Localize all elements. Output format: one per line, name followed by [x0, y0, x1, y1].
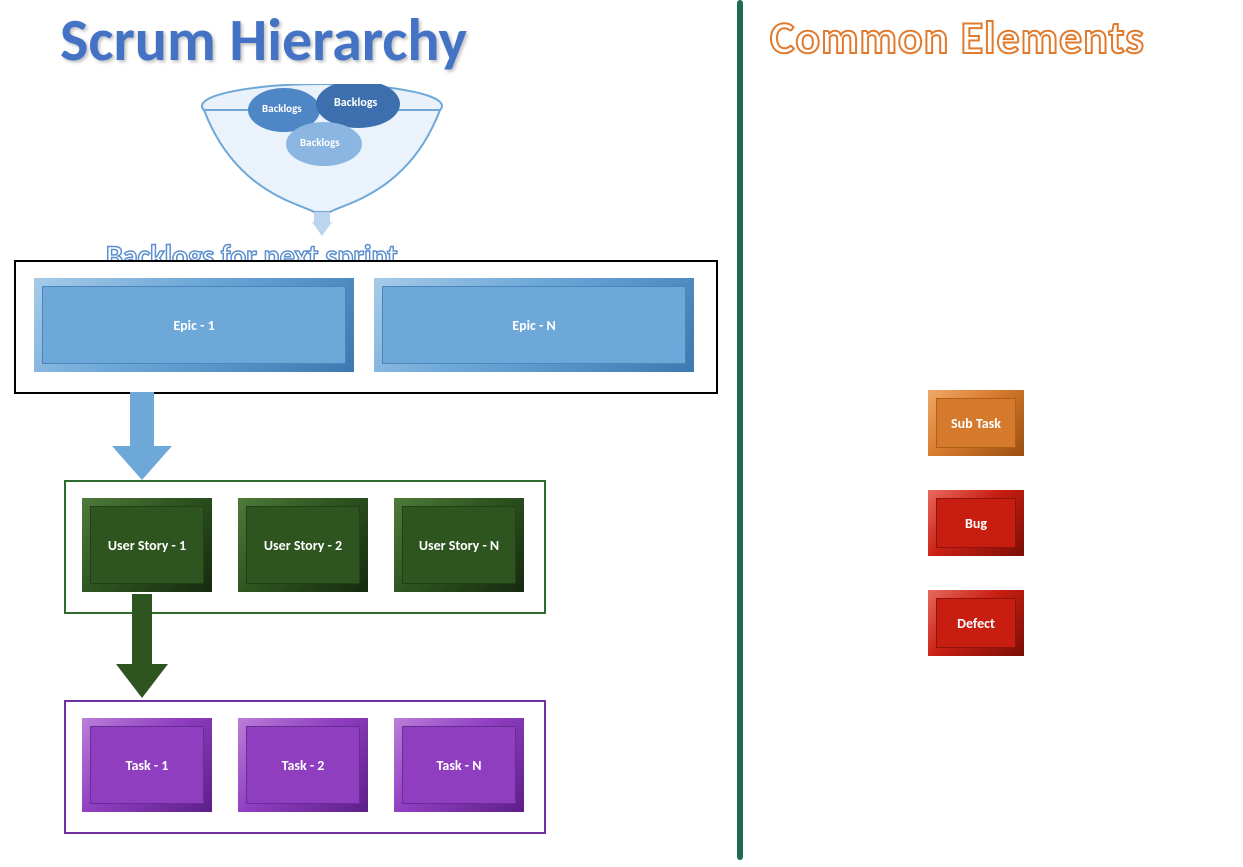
funnel-bubble-3: Backlogs — [300, 136, 340, 149]
tile-user-story-2: User Story - 2 — [238, 498, 368, 592]
tile-task-1: Task - 1 — [82, 718, 212, 812]
tile-subtask: Sub Task — [928, 390, 1024, 456]
tile-user-story-1: User Story - 1 — [82, 498, 212, 592]
title-scrum-hierarchy: Scrum Hierarchy — [60, 4, 467, 77]
tile-label: User Story - 2 — [264, 537, 342, 554]
vertical-divider — [737, 0, 743, 860]
funnel-bubble-1: Backlogs — [262, 102, 302, 115]
funnel-bubble-2: Backlogs — [334, 96, 377, 110]
tile-label: Task - 2 — [282, 757, 325, 774]
tile-defect: Defect — [928, 590, 1024, 656]
tile-label: Task - 1 — [126, 757, 169, 774]
tile-label: Bug — [965, 515, 987, 532]
arrow-epic-to-story — [112, 392, 172, 482]
tile-label: Epic - 1 — [173, 317, 214, 334]
tile-bug: Bug — [928, 490, 1024, 556]
tile-label: Sub Task — [951, 415, 1001, 432]
tile-label: User Story - N — [419, 537, 499, 554]
tile-epic-1: Epic - 1 — [34, 278, 354, 372]
title-common-elements: Common Elements — [770, 10, 1145, 66]
tile-label: Task - N — [437, 757, 482, 774]
tile-task-2: Task - 2 — [238, 718, 368, 812]
tile-task-n: Task - N — [394, 718, 524, 812]
arrow-story-to-task — [116, 594, 168, 700]
tile-label: User Story - 1 — [108, 537, 186, 554]
diagram-canvas: Scrum Hierarchy Common Elements Backlogs… — [0, 0, 1243, 867]
tile-user-story-n: User Story - N — [394, 498, 524, 592]
tile-label: Epic - N — [512, 317, 555, 334]
tile-label: Defect — [957, 615, 995, 632]
tile-epic-n: Epic - N — [374, 278, 694, 372]
funnel-icon: Backlogs Backlogs Backlogs — [196, 84, 448, 224]
